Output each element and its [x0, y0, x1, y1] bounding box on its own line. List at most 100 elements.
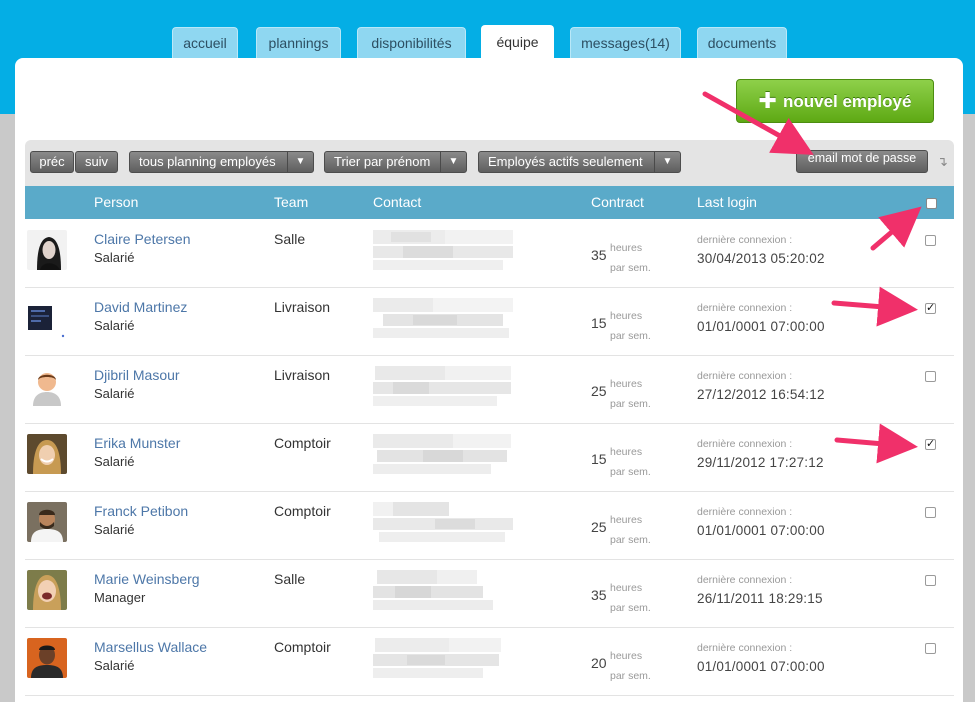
tab-disponibilites[interactable]: disponibilités [357, 27, 466, 58]
employee-team: Salle [274, 231, 306, 247]
new-employee-button[interactable]: ✚ nouvel employé [736, 79, 934, 123]
row-checkbox[interactable] [925, 643, 936, 654]
planning-select[interactable]: tous planning employés ▼ [129, 151, 314, 173]
employee-role: Salarié [94, 522, 135, 537]
row-checkbox[interactable] [925, 507, 936, 518]
employee-name-link[interactable]: Claire Petersen [94, 231, 191, 247]
employee-name-link[interactable]: Erika Munster [94, 435, 180, 451]
table-row: Marie Weinsberg Manager Salle 35 heures p… [25, 560, 954, 628]
tab-plannings[interactable]: plannings [256, 27, 341, 58]
avatar [27, 638, 67, 678]
main-tabs: accueil plannings disponibilités équipe … [0, 0, 975, 60]
sort-select[interactable]: Trier par prénom ▼ [324, 151, 467, 173]
prev-page-button[interactable]: préc [30, 151, 74, 173]
last-login-label: dernière connexion : [697, 438, 793, 450]
employee-role: Salarié [94, 386, 135, 401]
contract-hours: 35 [591, 247, 607, 263]
hours-unit: heures par sem. [610, 650, 651, 682]
avatar [27, 366, 67, 406]
employee-team: Comptoir [274, 503, 331, 519]
table-row: Claire Petersen Salarié Salle 35 heures p… [25, 220, 954, 288]
last-login-label: dernière connexion : [697, 302, 793, 314]
last-login-label: dernière connexion : [697, 642, 793, 654]
table-row: Marsellus Wallace Salarié Comptoir 20 he… [25, 628, 954, 696]
row-checkbox[interactable]: ✓ [925, 439, 936, 450]
down-arrow-icon[interactable]: ↴ [937, 155, 949, 169]
employee-name-link[interactable]: Marsellus Wallace [94, 639, 207, 655]
employee-role: Salarié [94, 454, 135, 469]
contract-hours: 25 [591, 519, 607, 535]
last-login-label: dernière connexion : [697, 234, 793, 246]
contract-hours: 15 [591, 315, 607, 331]
header-last-login[interactable]: Last login [697, 186, 757, 219]
contact-redacted [373, 434, 521, 474]
contact-redacted [373, 366, 521, 406]
employee-team: Comptoir [274, 639, 331, 655]
last-login-date: 01/01/0001 07:00:00 [697, 523, 825, 538]
sort-select-value: Trier par prénom [334, 154, 431, 169]
table-row: Franck Petibon Salarié Comptoir 25 heure… [25, 492, 954, 560]
employee-name-link[interactable]: Marie Weinsberg [94, 571, 200, 587]
employee-name-link[interactable]: Djibril Masour [94, 367, 180, 383]
chevron-down-icon: ▼ [287, 152, 313, 172]
last-login-date: 29/11/2012 17:27:12 [697, 455, 824, 470]
tab-equipe[interactable]: équipe [481, 25, 554, 58]
employee-role: Salarié [94, 658, 135, 673]
row-checkbox[interactable] [925, 575, 936, 586]
header-contact[interactable]: Contact [373, 186, 421, 219]
contact-redacted [373, 230, 521, 270]
employee-team: Livraison [274, 367, 331, 383]
hours-unit: heures par sem. [610, 514, 651, 546]
hours-unit: heures par sem. [610, 242, 651, 274]
contract-hours: 15 [591, 451, 607, 467]
contract-hours: 25 [591, 383, 607, 399]
employee-role: Manager [94, 590, 146, 605]
row-checkbox[interactable] [925, 235, 936, 246]
avatar [27, 502, 67, 542]
status-filter-value: Employés actifs seulement [488, 154, 643, 169]
employee-name-link[interactable]: Franck Petibon [94, 503, 188, 519]
new-employee-label: nouvel employé [782, 92, 912, 111]
avatar [27, 570, 67, 610]
last-login-date: 01/01/0001 07:00:00 [697, 659, 825, 674]
hours-unit: heures par sem. [610, 378, 651, 410]
avatar [27, 434, 67, 474]
last-login-date: 26/11/2011 18:29:15 [697, 591, 823, 606]
last-login-label: dernière connexion : [697, 370, 793, 382]
contact-redacted [373, 502, 521, 542]
avatar [27, 298, 67, 338]
chevron-down-icon: ▼ [654, 152, 680, 172]
tab-messages[interactable]: messages(14) [570, 27, 681, 58]
contact-redacted [373, 298, 521, 338]
employee-role: Salarié [94, 318, 135, 333]
contact-redacted [373, 570, 521, 610]
last-login-date: 30/04/2013 05:20:02 [697, 251, 825, 266]
table-header: Person Team Contact Contract Last login [25, 186, 954, 219]
employee-name-link[interactable]: David Martinez [94, 299, 187, 315]
table-row: Erika Munster Salarié Comptoir 15 heures… [25, 424, 954, 492]
contract-hours: 35 [591, 587, 607, 603]
chevron-down-icon: ▼ [440, 152, 466, 172]
tab-documents[interactable]: documents [697, 27, 787, 58]
row-checkbox[interactable]: ✓ [925, 303, 936, 314]
email-password-button[interactable]: email mot de passe [796, 150, 928, 173]
last-login-date: 01/01/0001 07:00:00 [697, 319, 825, 334]
table-toolbar: préc suiv tous planning employés ▼ Trier… [25, 140, 954, 186]
select-all-checkbox[interactable] [926, 198, 937, 209]
tab-accueil[interactable]: accueil [172, 27, 238, 58]
header-contract[interactable]: Contract [591, 186, 644, 219]
employee-team: Comptoir [274, 435, 331, 451]
employee-role: Salarié [94, 250, 135, 265]
hours-unit: heures par sem. [610, 310, 651, 342]
status-filter-select[interactable]: Employés actifs seulement ▼ [478, 151, 681, 173]
planning-select-value: tous planning employés [139, 154, 276, 169]
plus-icon: ✚ [758, 88, 777, 113]
header-person[interactable]: Person [94, 186, 138, 219]
header-team[interactable]: Team [274, 186, 308, 219]
next-page-button[interactable]: suiv [75, 151, 118, 173]
hours-unit: heures par sem. [610, 582, 651, 614]
hours-unit: heures par sem. [610, 446, 651, 478]
avatar [27, 230, 67, 270]
row-checkbox[interactable] [925, 371, 936, 382]
last-login-label: dernière connexion : [697, 506, 793, 518]
